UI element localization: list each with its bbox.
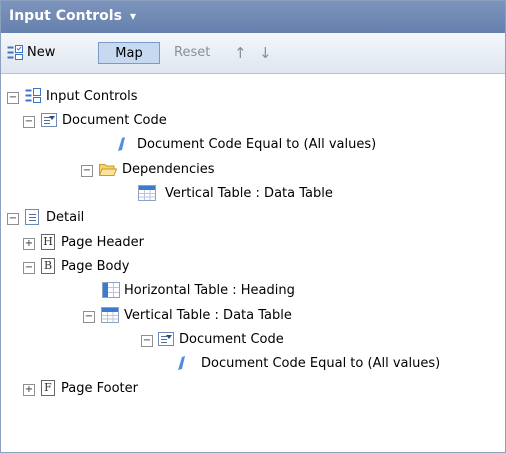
- tree-node-document-code-filter-2[interactable]: Document Code Equal to (All values): [1, 352, 505, 376]
- tree-node-detail[interactable]: − Detail: [1, 206, 505, 230]
- tree-node-label: Dependencies: [122, 162, 215, 177]
- tree-node-document-code-filter[interactable]: Document Code Equal to (All values): [1, 133, 505, 157]
- horizontal-table-icon: [102, 282, 120, 298]
- folder-open-icon: [99, 164, 117, 176]
- tree-node-label: Vertical Table : Data Table: [165, 186, 333, 201]
- collapse-toggle-icon[interactable]: −: [7, 213, 19, 225]
- tree-view: − Input Controls − Document Code Documen…: [1, 73, 505, 452]
- tree-node-page-body[interactable]: − B Page Body: [1, 255, 505, 279]
- page-header-icon: H: [41, 234, 55, 250]
- tree-node-label: Input Controls: [46, 89, 138, 104]
- tree-node-label: Horizontal Table : Heading: [124, 283, 295, 298]
- tree-node-label: Page Footer: [61, 381, 138, 396]
- tree-node-label: Document Code: [179, 332, 284, 347]
- tree-node-input-controls[interactable]: − Input Controls: [1, 85, 505, 109]
- toolbar: New Map Reset ↑ ↓: [1, 33, 505, 74]
- tree-node-vertical-table[interactable]: Vertical Table : Data Table: [1, 182, 505, 206]
- collapse-toggle-icon[interactable]: −: [23, 116, 35, 128]
- page-footer-icon: F: [41, 380, 55, 396]
- tree-node-document-code-2[interactable]: − Document Code: [1, 328, 505, 352]
- dropdown-control-icon: [41, 113, 57, 127]
- move-down-icon[interactable]: ↓: [259, 42, 272, 64]
- collapse-toggle-icon[interactable]: −: [141, 335, 153, 347]
- input-controls-icon: [25, 88, 41, 103]
- tree-node-page-footer[interactable]: + F Page Footer: [1, 377, 505, 401]
- expand-toggle-icon[interactable]: +: [23, 238, 35, 250]
- collapse-toggle-icon[interactable]: −: [7, 92, 19, 104]
- tree-node-horizontal-table[interactable]: Horizontal Table : Heading: [1, 279, 505, 303]
- panel-titlebar: Input Controls ▾: [1, 1, 505, 33]
- dropdown-control-icon: [158, 332, 174, 346]
- collapse-toggle-icon[interactable]: −: [83, 311, 95, 323]
- vertical-table-icon: [138, 185, 156, 201]
- tree-node-document-code[interactable]: − Document Code: [1, 109, 505, 133]
- map-button[interactable]: Map: [98, 42, 160, 64]
- new-button-label: New: [27, 45, 56, 60]
- tree-node-label: Page Header: [61, 235, 144, 250]
- tree-node-label: Vertical Table : Data Table: [124, 308, 292, 323]
- input-controls-panel: Input Controls ▾ New Map Reset ↑ ↓ − Inp…: [0, 0, 506, 453]
- reset-button[interactable]: Reset: [174, 42, 210, 64]
- move-up-icon[interactable]: ↑: [234, 42, 247, 64]
- tree-node-page-header[interactable]: + H Page Header: [1, 231, 505, 255]
- tree-node-label: Page Body: [61, 259, 130, 274]
- tree-node-vertical-table-2[interactable]: − Vertical Table : Data Table: [1, 304, 505, 328]
- filter-icon: [118, 137, 125, 151]
- collapse-toggle-icon[interactable]: −: [81, 165, 93, 177]
- new-input-control-icon: [7, 45, 23, 60]
- vertical-table-icon: [101, 307, 119, 323]
- tree-node-label: Detail: [46, 210, 85, 225]
- page-body-icon: B: [41, 258, 55, 274]
- tree-node-label: Document Code Equal to (All values): [137, 137, 377, 152]
- document-icon: [25, 209, 39, 225]
- tree-node-label: Document Code Equal to (All values): [201, 356, 441, 371]
- tree-node-dependencies[interactable]: − Dependencies: [1, 158, 505, 182]
- tree-node-label: Document Code: [62, 113, 167, 128]
- expand-toggle-icon[interactable]: +: [23, 384, 35, 396]
- filter-icon: [178, 356, 185, 370]
- panel-title: Input Controls: [9, 8, 122, 24]
- collapse-toggle-icon[interactable]: −: [23, 262, 35, 274]
- panel-menu-caret[interactable]: ▾: [130, 9, 136, 23]
